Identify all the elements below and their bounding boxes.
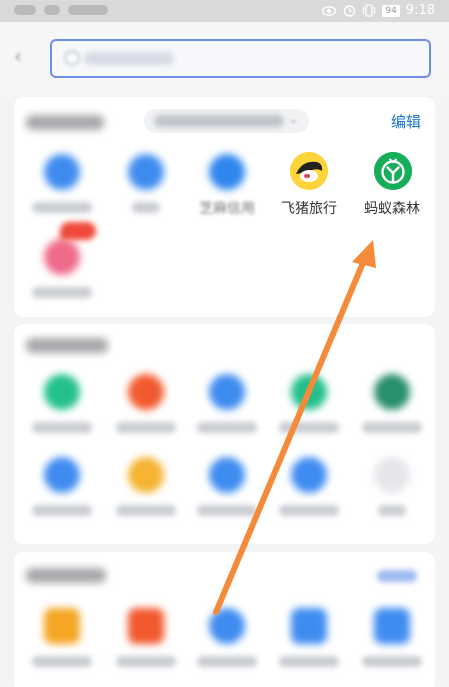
app-label — [362, 656, 422, 667]
notification-icon — [14, 5, 36, 15]
dropdown-label — [154, 115, 284, 127]
app-label — [378, 505, 406, 516]
edit-button[interactable]: 编辑 — [391, 111, 421, 132]
app-item[interactable] — [267, 457, 351, 527]
app-label — [132, 202, 160, 213]
section-title — [26, 568, 106, 583]
alarm-icon — [342, 4, 356, 18]
new-badge — [60, 222, 96, 240]
app-item[interactable] — [20, 608, 104, 678]
status-right: 94 9:18 — [322, 3, 435, 18]
app-item-fliggy[interactable]: 飞猪旅行 — [267, 152, 351, 224]
app-item[interactable] — [20, 374, 104, 444]
app-icon — [209, 374, 245, 410]
clock-time: 9:18 — [405, 3, 435, 18]
app-label — [197, 422, 257, 433]
app-icon — [128, 608, 164, 644]
app-icon — [128, 374, 164, 410]
app-item[interactable] — [104, 154, 188, 224]
section-title — [26, 338, 108, 353]
battery-icon: 94 — [382, 4, 400, 17]
app-item[interactable] — [185, 457, 269, 527]
app-item[interactable] — [267, 608, 351, 678]
app-label — [279, 656, 339, 667]
app-label — [32, 422, 92, 433]
app-item[interactable] — [104, 374, 188, 444]
app-item[interactable] — [350, 457, 434, 527]
search-input[interactable] — [50, 39, 431, 78]
app-item-ant-forest[interactable]: 蚂蚁森林 — [350, 152, 434, 224]
app-item[interactable] — [104, 457, 188, 527]
app-icon — [374, 457, 410, 493]
app-item[interactable] — [350, 374, 434, 444]
search-icon — [64, 50, 80, 66]
app-label — [279, 505, 339, 516]
app-label: 飞猪旅行 — [281, 200, 337, 216]
fliggy-pig-icon — [290, 152, 328, 190]
app-label: 蚂蚁森林 — [364, 200, 420, 216]
app-item[interactable] — [20, 457, 104, 527]
search-placeholder — [84, 52, 174, 65]
vibrate-icon — [362, 4, 376, 18]
app-icon — [44, 457, 80, 493]
shield-icon — [128, 154, 164, 190]
status-bar: 94 9:18 — [0, 0, 449, 22]
app-label — [362, 422, 422, 433]
app-icon — [291, 608, 327, 644]
more-link[interactable] — [377, 570, 417, 582]
app-icon — [44, 374, 80, 410]
eye-icon — [322, 4, 337, 18]
notification-icon — [44, 5, 60, 15]
app-icon — [374, 608, 410, 644]
sesame-drop-icon — [209, 154, 245, 190]
status-left-icons — [14, 5, 108, 15]
app-item[interactable] — [20, 239, 104, 309]
app-label — [32, 287, 92, 298]
app-item[interactable] — [185, 374, 269, 444]
app-label — [116, 505, 176, 516]
app-item[interactable] — [185, 608, 269, 678]
user-card-icon — [44, 154, 80, 190]
app-item-sesame-credit[interactable]: 芝麻信用 — [185, 154, 269, 224]
app-label: 芝麻信用 — [199, 200, 255, 216]
app-icon — [291, 374, 327, 410]
app-label — [279, 422, 339, 433]
app-label — [32, 505, 92, 516]
app-icon — [44, 608, 80, 644]
app-label — [116, 656, 176, 667]
app-item[interactable] — [350, 608, 434, 678]
app-item[interactable] — [20, 154, 104, 224]
my-apps-card: ⌄ 编辑 芝麻信用 飞猪旅行 蚂蚁森林 — [14, 97, 435, 317]
app-item[interactable] — [267, 374, 351, 444]
app-icon — [209, 457, 245, 493]
search-header: ‹ — [0, 22, 449, 94]
app-icon — [128, 457, 164, 493]
app-item[interactable] — [104, 608, 188, 678]
chevron-down-icon: ⌄ — [288, 112, 299, 127]
home-apps-dropdown[interactable]: ⌄ — [144, 109, 309, 133]
app-label — [116, 422, 176, 433]
app-label — [197, 656, 257, 667]
notification-icon — [68, 5, 108, 15]
app-icon — [209, 608, 245, 644]
third-section-card — [14, 552, 435, 687]
app-label — [32, 656, 92, 667]
app-icon — [291, 457, 327, 493]
gift-icon — [44, 239, 80, 275]
back-arrow-icon[interactable]: ‹ — [14, 46, 28, 66]
app-icon — [374, 374, 410, 410]
app-label — [32, 202, 92, 213]
app-label — [197, 505, 257, 516]
recent-apps-card — [14, 324, 435, 544]
section-title — [26, 115, 104, 130]
tree-icon — [374, 152, 412, 190]
